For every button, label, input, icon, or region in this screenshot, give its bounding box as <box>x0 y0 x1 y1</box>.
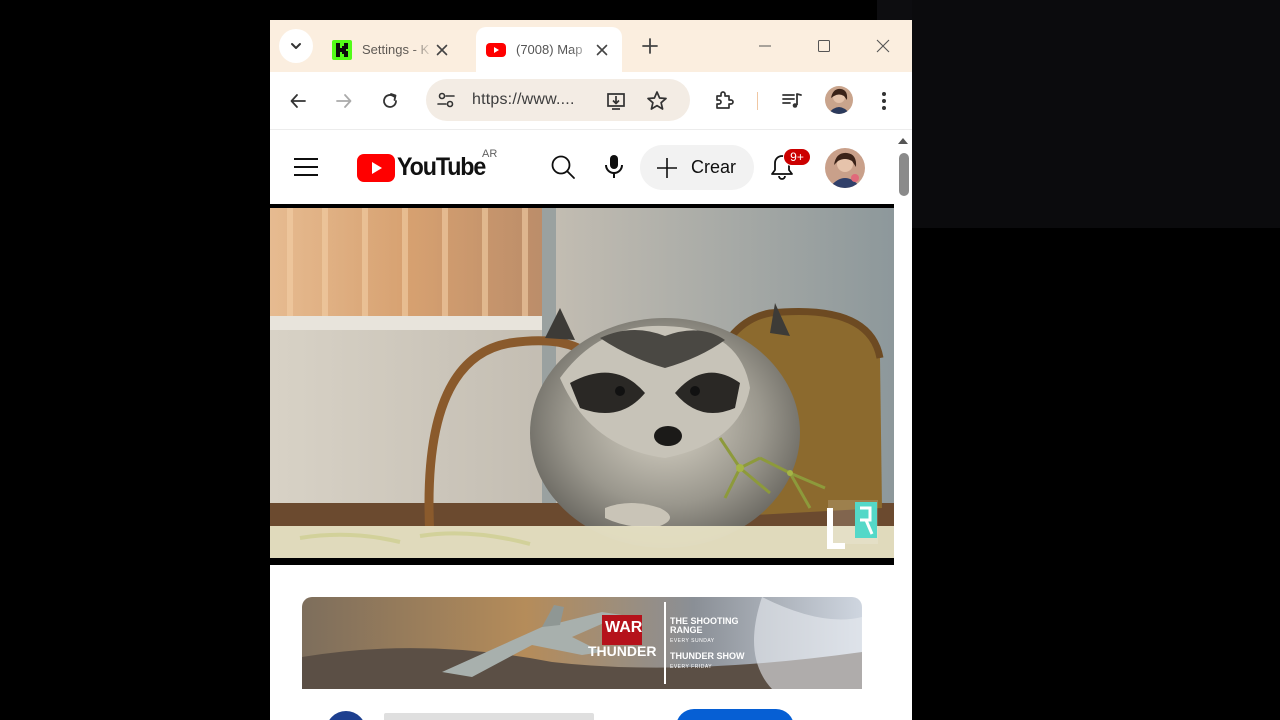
notification-badge: 9+ <box>783 148 811 166</box>
ad-brand-line2: THUNDER <box>588 643 657 659</box>
browser-toolbar: https://www.... <box>270 72 912 130</box>
media-control-button[interactable] <box>778 87 806 115</box>
close-tab-icon[interactable] <box>434 42 450 58</box>
plus-icon <box>642 38 658 54</box>
tab-search-button[interactable] <box>279 29 313 63</box>
tab-settings[interactable]: Settings - K <box>322 27 462 72</box>
tab-title: Settings - K <box>362 42 430 57</box>
browser-menu-button[interactable] <box>870 87 898 115</box>
tab-strip: Settings - K (7008) Map <box>270 20 912 72</box>
video-player[interactable] <box>270 204 894 565</box>
minimize-icon <box>759 45 771 47</box>
hamburger-menu-icon[interactable] <box>292 155 320 179</box>
profile-avatar[interactable] <box>825 86 853 114</box>
background-panel <box>912 0 1280 228</box>
ad-brand-line1: WAR <box>605 619 643 636</box>
create-button-label: Crear <box>691 157 737 177</box>
scrollbar-thumb[interactable] <box>899 153 909 196</box>
ad-show2-title: THUNDER SHOW <box>670 651 745 661</box>
plus-icon <box>657 157 677 178</box>
reload-button[interactable] <box>376 87 404 115</box>
queue-music-icon <box>782 93 802 108</box>
ad-show2-sub: EVERY FRIDAY <box>670 664 713 670</box>
country-code: AR <box>482 148 498 160</box>
scroll-up-arrow-icon[interactable] <box>897 135 909 147</box>
ad-show1: THE SHOOTING RANGE EVERY SUNDAY <box>670 617 740 646</box>
back-button[interactable] <box>284 87 312 115</box>
youtube-play-logo-icon <box>357 153 395 182</box>
ad-cta-button[interactable] <box>676 709 794 720</box>
maximize-icon <box>818 40 830 52</box>
arrow-right-icon <box>336 94 352 108</box>
new-tab-button[interactable] <box>638 34 662 58</box>
install-app-icon[interactable] <box>604 89 628 113</box>
toolbar-divider <box>757 92 758 110</box>
close-icon <box>876 39 890 53</box>
browser-window: Settings - K (7008) Map https://www.... … <box>270 20 912 720</box>
ad-banner[interactable]: WAR THUNDER THE SHOOTING RANGE EVERY SUN… <box>302 597 862 689</box>
close-window-button[interactable] <box>871 34 895 58</box>
youtube-account-avatar[interactable] <box>825 148 865 188</box>
youtube-logo[interactable]: YouTube <box>357 153 492 182</box>
reload-icon <box>383 93 397 108</box>
ad-show1-title: THE SHOOTING RANGE <box>670 616 739 635</box>
youtube-icon <box>486 42 506 57</box>
maximize-button[interactable] <box>812 34 836 58</box>
puzzle-icon <box>716 91 734 109</box>
url-text: https://www.... <box>472 91 575 108</box>
search-icon[interactable] <box>550 154 576 180</box>
extensions-button[interactable] <box>710 87 738 115</box>
youtube-header: YouTube AR Crear 9+ <box>270 131 896 205</box>
site-settings-icon[interactable] <box>436 90 456 110</box>
ad-show1-sub: EVERY SUNDAY <box>670 638 715 644</box>
create-button[interactable]: Crear <box>640 145 754 190</box>
microphone-icon[interactable] <box>603 153 625 181</box>
more-vert-icon <box>882 92 886 110</box>
bookmark-star-icon[interactable] <box>645 89 669 113</box>
tab-youtube[interactable]: (7008) Map <box>476 27 622 72</box>
minimize-button[interactable] <box>753 34 777 58</box>
ad-title-placeholder <box>384 713 594 720</box>
kick-icon <box>332 39 352 60</box>
chevron-down-icon <box>291 43 301 49</box>
video-frame <box>270 208 894 558</box>
youtube-logo-text: YouTube <box>397 153 486 181</box>
tab-title: (7008) Map <box>516 42 583 57</box>
ad-details-row <box>270 689 896 720</box>
address-bar[interactable]: https://www.... <box>426 79 690 121</box>
advertiser-avatar[interactable] <box>326 711 366 720</box>
arrow-left-icon <box>290 94 306 108</box>
ad-show2: THUNDER SHOW EVERY FRIDAY <box>670 652 745 672</box>
close-tab-icon[interactable] <box>594 42 610 58</box>
forward-button[interactable] <box>330 87 358 115</box>
